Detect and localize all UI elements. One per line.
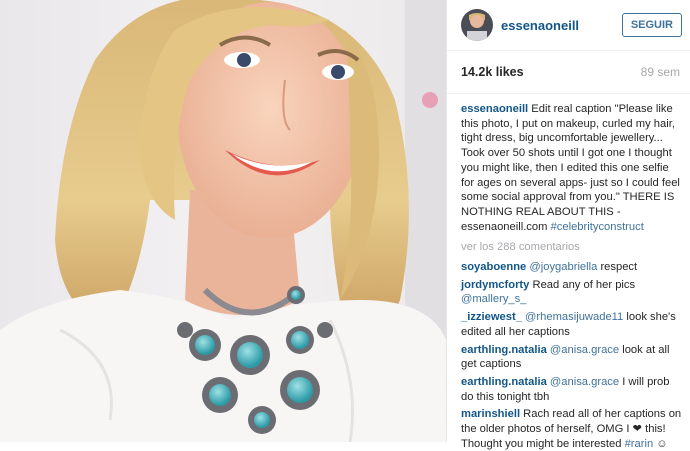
post-side-panel: essenaoneill SEGUIR 14.2k likes 89 sem e… [446, 0, 690, 450]
comment-item: earthling.natalia @anisa.grace look at a… [461, 343, 682, 372]
smile-emoji-icon: ☺ [653, 437, 668, 450]
caption-text: Edit real caption "Please like this phot… [461, 103, 680, 233]
avatar[interactable] [461, 9, 493, 41]
comment-username[interactable]: _izziewest_ [461, 311, 522, 323]
comment-item: soyaboenne @joygabriella respect [461, 260, 682, 275]
comment-hashtag[interactable]: #rarin [625, 438, 654, 450]
likes-row: 14.2k likes 89 sem [447, 51, 690, 94]
selfie-image [0, 0, 446, 442]
view-all-comments-link[interactable]: ver los 288 comentarios [461, 240, 682, 255]
caption-hashtag[interactable]: #celebrityconstruct [551, 221, 644, 233]
post-photo[interactable] [0, 0, 446, 442]
post-header: essenaoneill SEGUIR [447, 0, 690, 51]
likes-count[interactable]: 14.2k likes [461, 65, 524, 79]
comment-username[interactable]: marinshiell [461, 408, 520, 420]
comment-mention[interactable]: @joygabriella [529, 261, 597, 273]
comment-text: Read any of her pics [529, 278, 636, 291]
comment-mention[interactable]: @anisa.grace [547, 344, 619, 356]
comment-item: earthling.natalia @anisa.grace I will pr… [461, 375, 682, 404]
comment-username[interactable]: soyaboenne [461, 261, 526, 273]
comment-item: _izziewest_ @rhemasijuwade11 look she's … [461, 310, 682, 339]
comment-username[interactable]: earthling.natalia [461, 344, 547, 356]
post-time[interactable]: 89 sem [641, 65, 680, 79]
follow-button[interactable]: SEGUIR [621, 13, 682, 37]
comment-item: marinshiell Rach read all of her caption… [461, 407, 682, 451]
comment-text: respect [597, 261, 638, 274]
comment-mention[interactable]: @anisa.grace [547, 376, 619, 388]
comment-username[interactable]: earthling.natalia [461, 376, 547, 388]
comment-mention[interactable]: @mallery_s_ [461, 293, 526, 305]
comment-mention[interactable]: @rhemasijuwade11 [522, 311, 623, 323]
caption-username[interactable]: essenaoneill [461, 103, 528, 115]
comment-item: jordymcforty Read any of her pics @malle… [461, 278, 682, 307]
comment-username[interactable]: jordymcforty [461, 279, 529, 291]
comments-list: essenaoneill Edit real caption "Please l… [447, 94, 690, 451]
post-username[interactable]: essenaoneill [501, 18, 622, 33]
caption: essenaoneill Edit real caption "Please l… [461, 102, 682, 234]
